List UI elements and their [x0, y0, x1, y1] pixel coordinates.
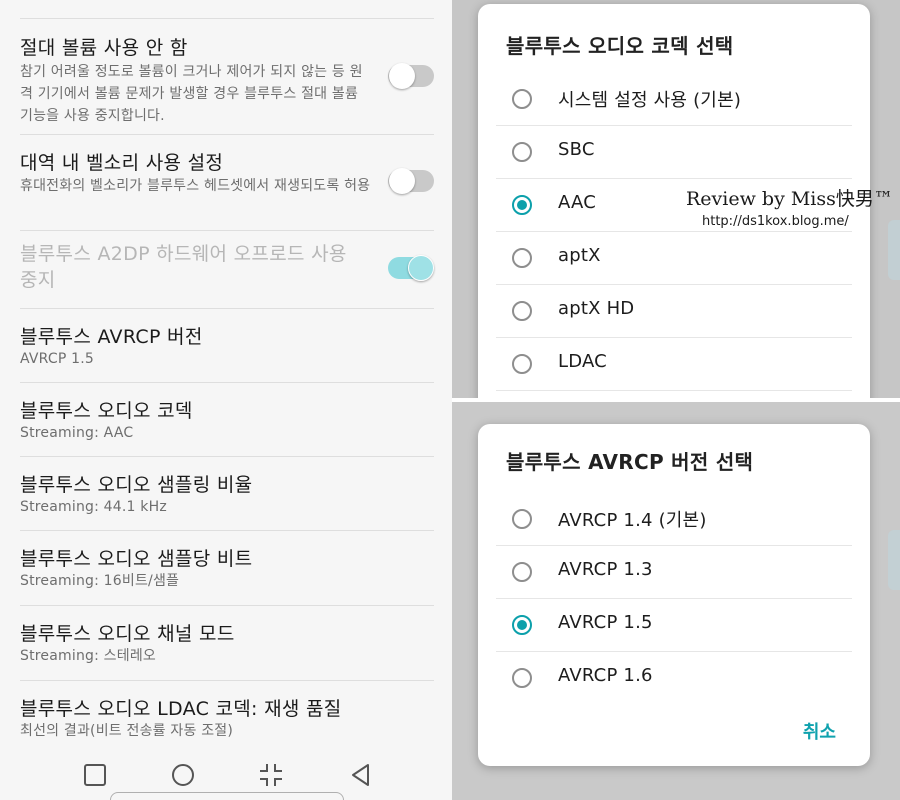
- watermark-url: http://ds1kox.blog.me/: [702, 214, 849, 229]
- avrcp-option[interactable]: AVRCP 1.3: [496, 545, 852, 599]
- recent-apps-icon[interactable]: [82, 762, 108, 788]
- a2dp-offload-toggle: [388, 255, 434, 281]
- codec-option[interactable]: aptX: [496, 231, 852, 285]
- setting-description: Streaming: AAC: [20, 425, 134, 441]
- setting-title: 블루투스 오디오 샘플링 비율: [20, 474, 253, 496]
- dialog-title: 블루투스 AVRCP 버전 선택: [506, 450, 754, 474]
- option-label: LDAC: [558, 351, 607, 372]
- codec-option[interactable]: LDAC: [496, 337, 852, 391]
- avrcp-dialog-screen: 블루투스 AVRCP 버전 선택 AVRCP 1.4 (기본) AVRCP 1.…: [452, 402, 900, 800]
- radio-button[interactable]: [512, 354, 532, 374]
- option-label: AVRCP 1.4 (기본): [558, 510, 707, 531]
- setting-title: 절대 볼륨 사용 안 함: [20, 37, 188, 59]
- setting-a2dp-offload: 블루투스 A2DP 하드웨어 오프로드 사용 중지: [20, 230, 434, 309]
- radio-button[interactable]: [512, 668, 532, 688]
- setting-title: 블루투스 AVRCP 버전: [20, 326, 203, 348]
- setting-inband-ringtone[interactable]: 대역 내 벨소리 사용 설정 휴대전화의 벨소리가 블루투스 헤드셋에서 재생되…: [20, 134, 434, 231]
- option-label: AVRCP 1.6: [558, 665, 653, 686]
- setting-description: Streaming: 44.1 kHz: [20, 499, 167, 515]
- setting-description: 최선의 결과(비트 전송률 자동 조절): [20, 723, 234, 739]
- background-hint: [888, 530, 900, 590]
- setting-title: 블루투스 오디오 채널 모드: [20, 623, 235, 645]
- radio-button-selected[interactable]: [512, 615, 532, 635]
- option-label: SBC: [558, 139, 595, 160]
- setting-title: 대역 내 벨소리 사용 설정: [20, 152, 224, 174]
- option-label: aptX HD: [558, 298, 635, 319]
- back-icon[interactable]: [348, 762, 374, 788]
- background-hint: [888, 220, 900, 280]
- setting-avrcp-version[interactable]: 블루투스 AVRCP 버전 AVRCP 1.5: [20, 308, 434, 383]
- codec-dialog-screen: 블루투스 오디오 코덱 선택 시스템 설정 사용 (기본) SBC AAC ap…: [452, 0, 900, 398]
- setting-description: 휴대전화의 벨소리가 블루투스 헤드셋에서 재생되도록 허용: [20, 178, 371, 194]
- option-label: AVRCP 1.3: [558, 559, 653, 580]
- radio-button[interactable]: [512, 509, 532, 529]
- settings-panel: 절대 볼륨 사용 안 함 참기 어려울 정도로 볼륨이 크거나 제어가 되지 않…: [0, 0, 452, 800]
- setting-description: 참기 어려울 정도로 볼륨이 크거나 제어가 되지 않는 등 원격 기기에서 볼…: [20, 64, 363, 124]
- option-label: AAC: [558, 192, 596, 213]
- radio-button-selected[interactable]: [512, 195, 532, 215]
- codec-option[interactable]: 시스템 설정 사용 (기본): [496, 72, 852, 126]
- option-label: 시스템 설정 사용 (기본): [558, 90, 742, 111]
- option-label: AVRCP 1.5: [558, 612, 653, 633]
- avrcp-option[interactable]: AVRCP 1.6: [496, 651, 852, 704]
- setting-title: 블루투스 오디오 LDAC 코덱: 재생 품질: [20, 698, 342, 720]
- setting-ldac-quality[interactable]: 블루투스 오디오 LDAC 코덱: 재생 품질 최선의 결과(비트 전송률 자동…: [20, 680, 434, 750]
- option-label: aptX: [558, 245, 601, 266]
- setting-description: AVRCP 1.5: [20, 351, 95, 367]
- setting-title: 블루투스 A2DP 하드웨어 오프로드 사용 중지: [20, 243, 347, 291]
- codec-option[interactable]: SBC: [496, 125, 852, 179]
- absolute-volume-toggle[interactable]: [388, 63, 434, 89]
- shrink-screen-icon[interactable]: [258, 762, 284, 788]
- avrcp-dialog: 블루투스 AVRCP 버전 선택 AVRCP 1.4 (기본) AVRCP 1.…: [478, 424, 870, 766]
- dialog-title: 블루투스 오디오 코덱 선택: [506, 34, 734, 58]
- setting-title: 블루투스 오디오 코덱: [20, 400, 193, 422]
- setting-channel-mode[interactable]: 블루투스 오디오 채널 모드 Streaming: 스테레오: [20, 605, 434, 681]
- radio-button[interactable]: [512, 142, 532, 162]
- setting-description: Streaming: 스테레오: [20, 648, 156, 664]
- home-icon[interactable]: [170, 762, 196, 788]
- radio-button[interactable]: [512, 301, 532, 321]
- codec-option[interactable]: aptX HD: [496, 284, 852, 338]
- avrcp-option[interactable]: AVRCP 1.4 (기본): [496, 492, 852, 546]
- avrcp-option-selected[interactable]: AVRCP 1.5: [496, 598, 852, 652]
- setting-absolute-volume[interactable]: 절대 볼륨 사용 안 함 참기 어려울 정도로 볼륨이 크거나 제어가 되지 않…: [20, 19, 434, 135]
- setting-audio-codec[interactable]: 블루투스 오디오 코덱 Streaming: AAC: [20, 382, 434, 457]
- watermark-author: Review by Miss快男™: [686, 188, 893, 210]
- setting-sample-rate[interactable]: 블루투스 오디오 샘플링 비율 Streaming: 44.1 kHz: [20, 456, 434, 531]
- codec-dialog: 블루투스 오디오 코덱 선택 시스템 설정 사용 (기본) SBC AAC ap…: [478, 4, 893, 398]
- setting-description: Streaming: 16비트/샘플: [20, 573, 180, 589]
- cancel-button[interactable]: 취소: [803, 718, 836, 744]
- inband-ringtone-toggle[interactable]: [388, 168, 434, 194]
- gesture-handle: [110, 792, 344, 800]
- setting-bits-per-sample[interactable]: 블루투스 오디오 샘플당 비트 Streaming: 16비트/샘플: [20, 530, 434, 606]
- radio-button[interactable]: [512, 248, 532, 268]
- radio-button[interactable]: [512, 562, 532, 582]
- setting-title: 블루투스 오디오 샘플당 비트: [20, 548, 253, 570]
- radio-button[interactable]: [512, 89, 532, 109]
